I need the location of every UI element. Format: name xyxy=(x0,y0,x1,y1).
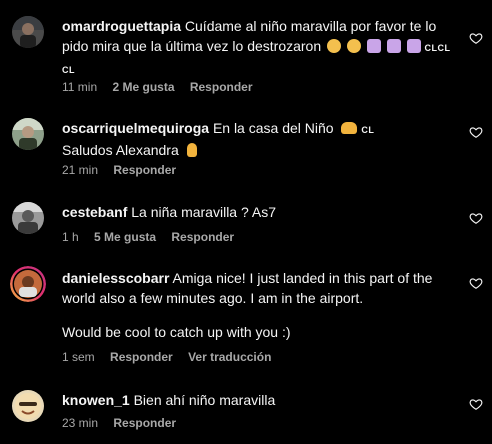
comment-body-line2: Saludos Alexandra xyxy=(62,142,179,158)
pleading-face-icon xyxy=(327,39,342,53)
avatar[interactable] xyxy=(10,266,46,302)
raising-hands-icon xyxy=(341,122,358,134)
country-code-label: CLCL xyxy=(424,43,451,53)
comment-username[interactable]: cestebanf xyxy=(62,204,127,220)
folded-hands-icon xyxy=(366,39,381,53)
comment-username[interactable]: omardroguettapia xyxy=(62,18,181,34)
avatar[interactable] xyxy=(12,390,44,422)
likes-count[interactable]: 5 Me gusta xyxy=(94,230,156,244)
heart-icon[interactable] xyxy=(469,397,483,411)
heart-icon[interactable] xyxy=(469,31,483,45)
comment-meta: 11 min 2 Me gusta Responder xyxy=(62,79,265,95)
comment-meta: 1 sem Responder Ver traducción xyxy=(62,349,283,365)
reply-button[interactable]: Responder xyxy=(113,416,176,430)
translate-button[interactable]: Ver traducción xyxy=(188,350,271,364)
comment-text: danielesscobarr Amiga nice! I just lande… xyxy=(62,268,462,342)
reply-button[interactable]: Responder xyxy=(190,80,253,94)
comment-text: omardroguettapia Cuídame al niño maravil… xyxy=(62,16,462,80)
reply-button[interactable]: Responder xyxy=(110,350,173,364)
comment-body: La niña maravilla ? As7 xyxy=(131,204,277,220)
comment-username[interactable]: danielesscobarr xyxy=(62,270,169,286)
comment-meta: 23 min Responder xyxy=(62,415,188,431)
heart-icon[interactable] xyxy=(469,211,483,225)
comment-text: knowen_1 Bien ahí niño maravilla xyxy=(62,390,462,410)
comment-time: 1 h xyxy=(62,230,79,244)
comment-time: 11 min xyxy=(62,80,98,94)
pleading-face-icon xyxy=(346,39,361,53)
comment-body: Bien ahí niño maravilla xyxy=(133,392,276,408)
reply-button[interactable]: Responder xyxy=(113,163,176,177)
comment-meta: 1 h 5 Me gusta Responder xyxy=(62,229,246,245)
comment-text: cestebanf La niña maravilla ? As7 xyxy=(62,202,462,222)
avatar[interactable] xyxy=(12,16,44,48)
comment-meta: 21 min Responder xyxy=(62,162,188,178)
pointing-up-icon xyxy=(186,143,197,157)
avatar[interactable] xyxy=(12,118,44,150)
country-code-label: CL xyxy=(62,65,75,75)
comment-body-line2: Would be cool to catch up with you :) xyxy=(62,324,291,340)
comment-time: 23 min xyxy=(62,416,99,430)
comment-username[interactable]: oscarriquelmequiroga xyxy=(62,120,209,136)
heart-icon[interactable] xyxy=(469,125,483,139)
reply-button[interactable]: Responder xyxy=(171,230,234,244)
avatar[interactable] xyxy=(12,202,44,234)
folded-hands-icon xyxy=(386,39,401,53)
heart-icon[interactable] xyxy=(469,276,483,290)
comment-time: 1 sem xyxy=(62,350,95,364)
country-code-label: CL xyxy=(361,125,375,135)
comment-body: En la casa del Niño xyxy=(212,120,334,136)
likes-count[interactable]: 2 Me gusta xyxy=(112,80,174,94)
folded-hands-icon xyxy=(406,39,421,53)
comment-username[interactable]: knowen_1 xyxy=(62,392,130,408)
comment-time: 21 min xyxy=(62,163,99,177)
comment-text: oscarriquelmequiroga En la casa del Niño… xyxy=(62,118,462,160)
